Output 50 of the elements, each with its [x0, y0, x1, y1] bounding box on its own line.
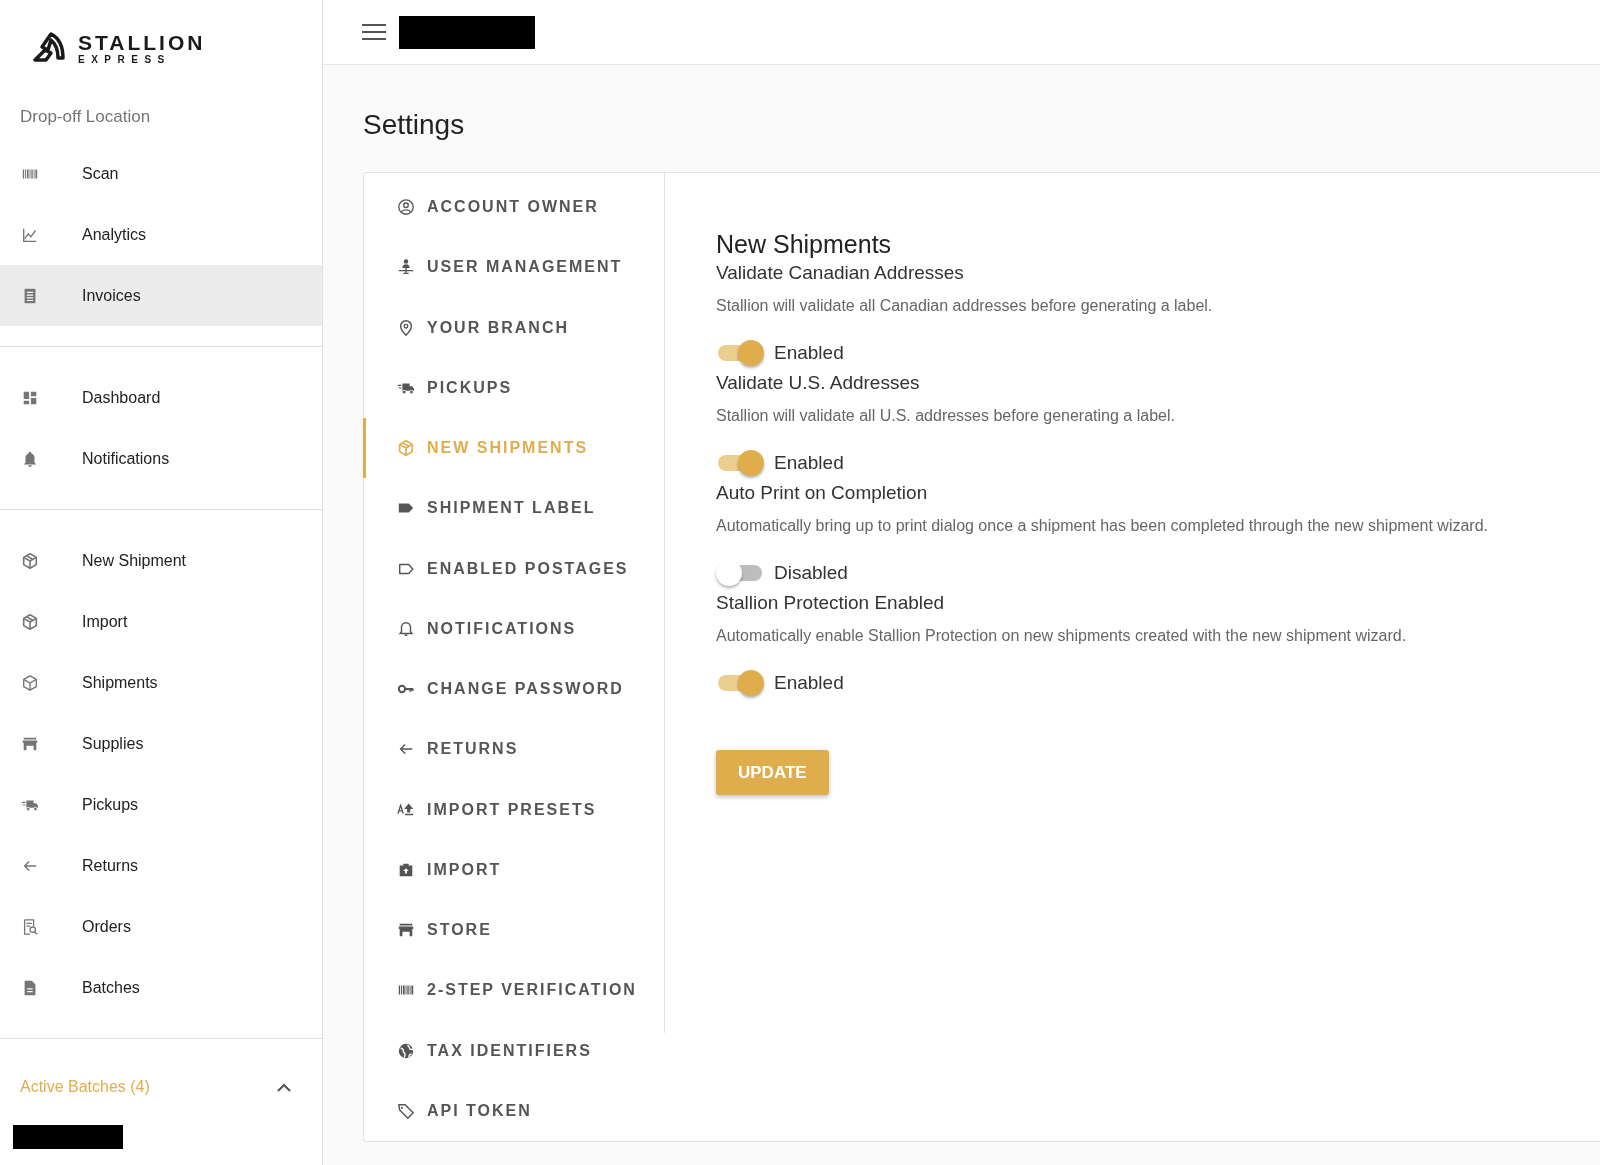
toggle-switch[interactable] [716, 340, 764, 366]
box-icon [21, 612, 39, 631]
person-network-icon [397, 258, 415, 277]
location-pin-icon [397, 318, 415, 337]
settings-nav-item[interactable]: SHIPMENT LABEL [363, 478, 664, 539]
setting-title: Auto Print on Completion [716, 481, 928, 505]
logo-tagline: EXPRESS [78, 55, 172, 65]
logo-wordmark: STALLION [78, 32, 206, 53]
settings-nav-item[interactable]: NOTIFICATIONS [363, 598, 664, 659]
settings-nav-item[interactable]: ENABLED POSTAGES [363, 538, 664, 599]
page-title: Settings [363, 108, 466, 142]
settings-nav-item[interactable]: USER MANAGEMENT [363, 237, 664, 298]
box-icon [397, 439, 415, 458]
tag-icon [397, 1101, 415, 1120]
toggle-label: Enabled [774, 340, 844, 365]
sidebar-item[interactable]: Invoices [0, 265, 322, 326]
location-label: Drop-off Location [19, 106, 151, 128]
document-search-icon [21, 917, 39, 936]
setting-description: Automatically bring up to print dialog once a shipment has been completed through the new shipment wizard. [716, 516, 1488, 536]
settings-nav-item[interactable]: IMPORT [363, 839, 664, 900]
toggle-switch[interactable] [716, 560, 764, 586]
settings-nav-item[interactable]: API TOKEN [363, 1080, 664, 1141]
settings-nav-item[interactable]: STORE [363, 900, 664, 961]
toggle-label: Disabled [774, 560, 848, 585]
menu-icon[interactable] [362, 23, 386, 41]
settings-nav-item[interactable]: YOUR BRANCH [363, 297, 664, 358]
toggle-label: Enabled [774, 450, 844, 475]
setting-title: Validate Canadian Addresses [716, 261, 964, 285]
setting-title: Stallion Protection Enabled [716, 591, 945, 615]
toggle-switch[interactable] [716, 670, 764, 696]
settings-nav-item[interactable]: IMPORT PRESETS [363, 779, 664, 840]
setting-description: Stallion will validate all Canadian addresses before generating a label. [716, 296, 1213, 316]
toggle-switch[interactable] [716, 450, 764, 476]
bell-icon [397, 619, 415, 638]
settings-nav-item[interactable]: PICKUPS [363, 357, 664, 418]
settings-nav-item[interactable]: TAX IDENTIFIERS [363, 1020, 664, 1081]
toggle-label: Enabled [774, 670, 844, 695]
box-icon [21, 673, 39, 692]
settings-nav-item[interactable]: RETURNS [363, 719, 664, 780]
settings-nav-item[interactable]: ACCOUNT OWNER [363, 177, 664, 238]
settings-nav-item[interactable]: CHANGE PASSWORD [363, 659, 664, 720]
panel-title: New Shipments [716, 229, 892, 260]
setting-title: Validate U.S. Addresses [716, 371, 920, 395]
box-icon [21, 551, 39, 570]
chevron-icon[interactable] [276, 1082, 292, 1092]
setting-description: Automatically enable Stallion Protection on new shipments created with the new shipment wizard. [716, 626, 1407, 646]
settings-nav-item[interactable]: 2-STEP VERIFICATION [363, 960, 664, 1021]
setting-description: Stallion will validate all U.S. addresses before generating a label. [716, 406, 1175, 426]
globe-icon [397, 1041, 415, 1060]
user-circle-icon [397, 198, 415, 217]
